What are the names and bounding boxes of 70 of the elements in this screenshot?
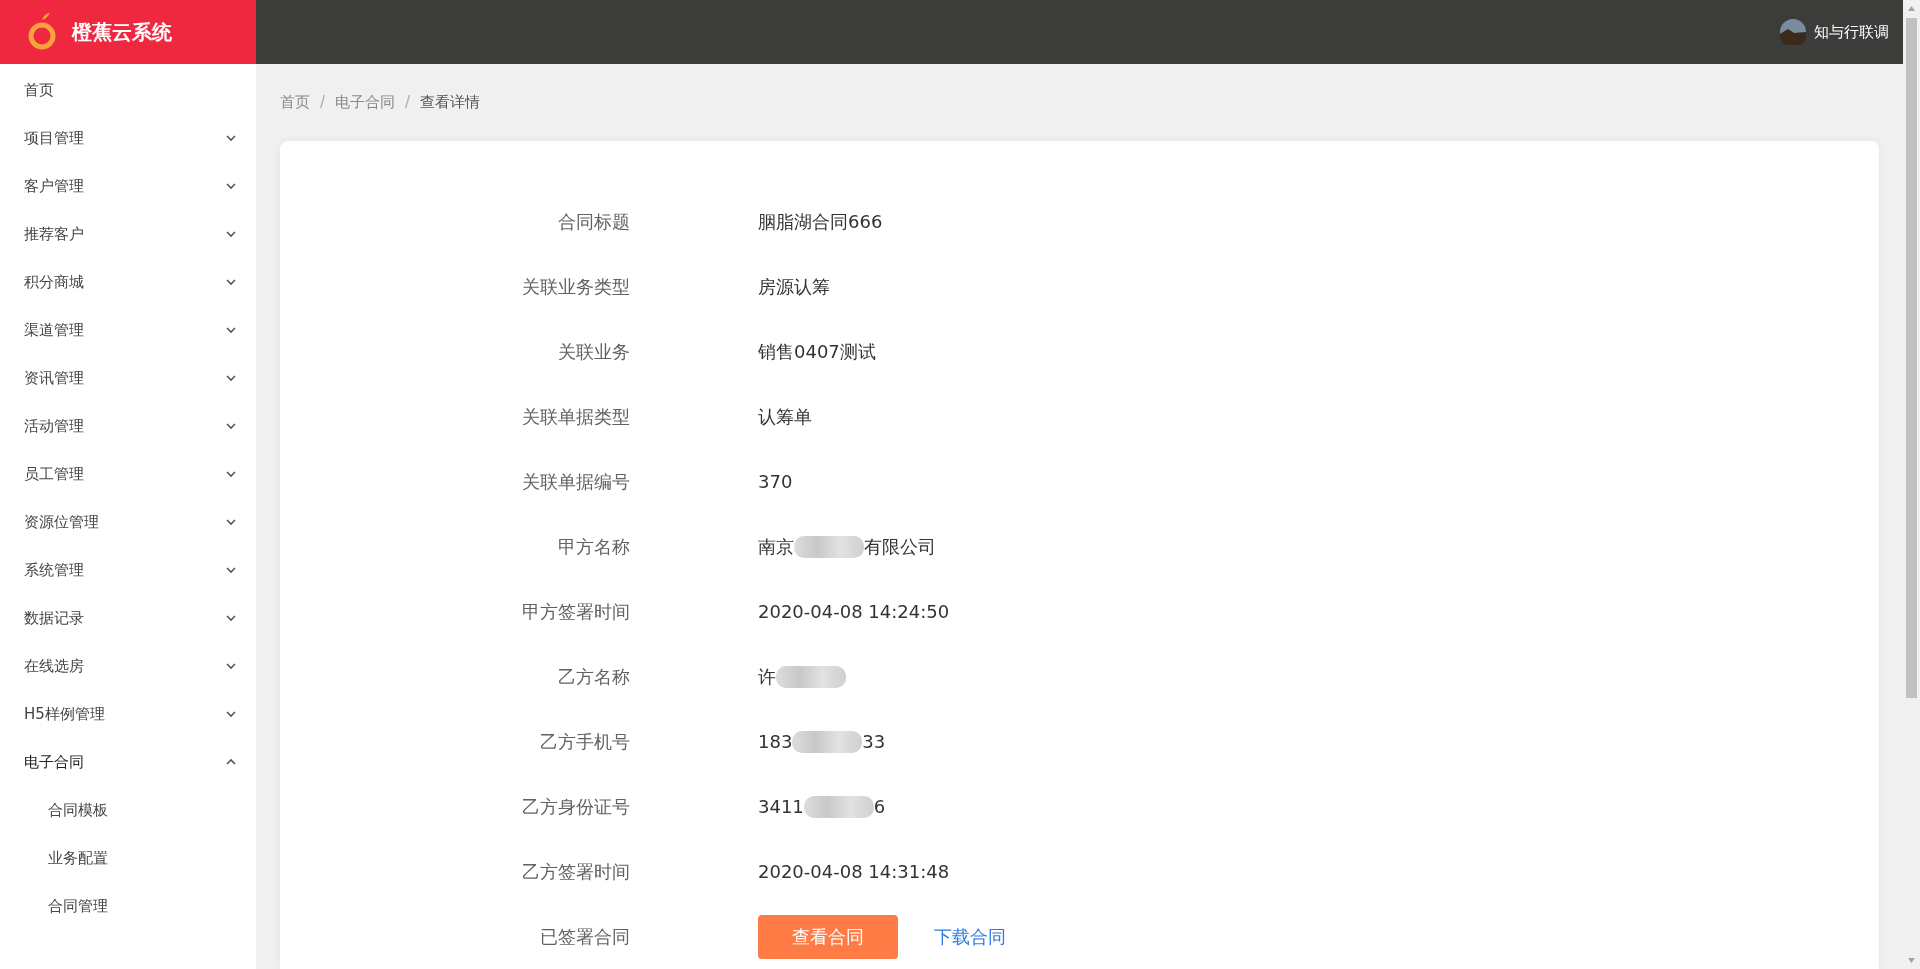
detail-value: 33 [862, 731, 886, 752]
blurred-area [794, 535, 864, 558]
detail-label: 合同标题 [557, 209, 630, 234]
blurred-area [803, 795, 874, 818]
chevron-down-icon [226, 374, 236, 382]
sidebar-item[interactable]: 推荐客户 [0, 210, 256, 258]
chevron-down-icon [226, 662, 236, 670]
detail-value: 6 [873, 796, 886, 817]
detail-label: 乙方身份证号 [521, 794, 630, 819]
sidebar-item[interactable]: 在线选房 [0, 642, 256, 690]
sidebar-item[interactable]: 员工管理 [0, 450, 256, 498]
sidebar-subitem[interactable]: 合同管理 [0, 882, 256, 930]
detail-label: 关联单据编号 [521, 469, 630, 494]
detail-label: 乙方名称 [557, 664, 630, 689]
detail-value: 房源认筹 [758, 274, 830, 299]
detail-label: 关联业务 [557, 339, 630, 364]
sidebar-item[interactable]: 首页 [0, 66, 256, 114]
chevron-down-icon [226, 326, 236, 334]
detail-value: 2020-04-08 14:31:48 [758, 861, 950, 882]
detail-label: 乙方手机号 [539, 729, 630, 754]
detail-value: 370 [758, 471, 793, 492]
sidebar-item[interactable]: 项目管理 [0, 114, 256, 162]
detail-value: 183 [758, 731, 793, 752]
detail-label: 关联业务类型 [521, 274, 630, 299]
detail-value: 认筹单 [758, 404, 812, 429]
logo-icon [26, 12, 58, 52]
chevron-down-icon [226, 230, 236, 238]
sidebar-item[interactable]: 电子合同 [0, 738, 256, 786]
detail-value: 销售0407测试 [758, 339, 876, 364]
sidebar-item[interactable]: 活动管理 [0, 402, 256, 450]
detail-label: 关联单据类型 [521, 404, 630, 429]
app-name: 橙蕉云系统 [72, 18, 172, 46]
chevron-up-icon [226, 758, 236, 766]
blurred-area [792, 730, 863, 753]
breadcrumb-link[interactable]: 查看详情 [420, 92, 481, 112]
detail-label: 已签署合同 [539, 924, 630, 949]
sidebar-item[interactable]: 客户管理 [0, 162, 256, 210]
detail-label: 乙方签署时间 [521, 859, 630, 884]
detail-value: 2020-04-08 14:24:50 [758, 601, 950, 622]
detail-value: 有限公司 [864, 534, 936, 559]
chevron-down-icon [226, 278, 236, 286]
chevron-down-icon [226, 566, 236, 574]
chevron-down-icon [226, 470, 236, 478]
sidebar-item[interactable]: 系统管理 [0, 546, 256, 594]
detail-value: 胭脂湖合同666 [758, 209, 883, 234]
sidebar-item[interactable]: 资源位管理 [0, 498, 256, 546]
chevron-down-icon [226, 710, 236, 718]
sidebar-item[interactable]: 资讯管理 [0, 354, 256, 402]
user-name[interactable]: 知与行联调 [1814, 22, 1889, 42]
download-link[interactable]: 下载合同 [934, 924, 1006, 949]
detail-value: 许 [758, 664, 776, 689]
blurred-area [776, 665, 846, 688]
sidebar-subitem[interactable]: 合同模板 [0, 786, 256, 834]
chevron-down-icon [226, 614, 236, 622]
sidebar-item[interactable]: 渠道管理 [0, 306, 256, 354]
detail-value: 3411 [758, 796, 804, 817]
breadcrumb-separator: / [320, 93, 326, 111]
detail-label: 甲方名称 [557, 534, 630, 559]
breadcrumb-separator: / [405, 93, 411, 111]
sidebar-subitem[interactable]: 业务配置 [0, 834, 256, 882]
detail-value: 南京 [758, 534, 794, 559]
sidebar-item[interactable]: 积分商城 [0, 258, 256, 306]
chevron-down-icon [226, 134, 236, 142]
chevron-down-icon [226, 182, 236, 190]
sidebar-item[interactable]: H5样例管理 [0, 690, 256, 738]
sidebar-item[interactable]: 数据记录 [0, 594, 256, 642]
chevron-down-icon [226, 422, 236, 430]
avatar[interactable] [1780, 19, 1806, 45]
detail-label: 甲方签署时间 [521, 599, 630, 624]
chevron-down-icon [226, 518, 236, 526]
